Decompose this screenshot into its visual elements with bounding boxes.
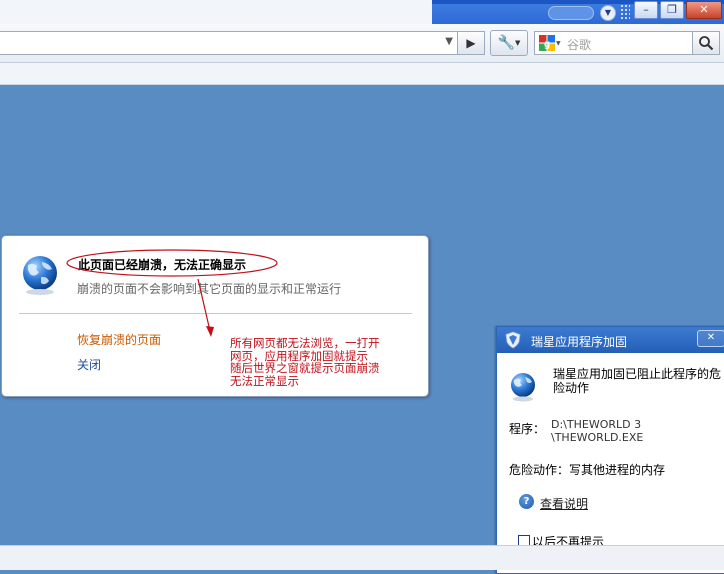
title-search-pill[interactable] [548,6,594,20]
rising-alert-dialog: 瑞星应用程序加固 ✕ 瑞星应用加固已阻止此程序的危险动作 程序： D:\THEW… [496,326,724,574]
google-engine-icon[interactable]: g [539,35,555,51]
program-path-line: \THEWORLD.EXE [551,431,644,444]
search-placeholder: 谷歌 [567,38,592,52]
program-path-line: D:\THEWORLD 3 [551,418,642,431]
go-button[interactable]: ▶ [457,31,485,55]
annotation-line: 所有网页都无法浏览，一打开 [230,336,380,350]
danger-action-label: 危险动作： [509,463,570,477]
dialog-close-button[interactable]: ✕ [697,330,724,347]
danger-action-value: 写其他进程的内存 [569,463,666,477]
search-button[interactable] [692,31,720,55]
globe-icon [23,256,57,295]
engine-dropdown-icon[interactable]: ▼ [556,40,561,47]
crash-title: 此页面已经崩溃，无法正确显示 [78,258,247,272]
tab-bar [0,63,724,85]
annotation-line: 无法正常显示 [230,373,299,388]
dialog-title-bar[interactable]: 瑞星应用程序加固 ✕ [497,327,724,353]
annotation-note: 所有网页都无法浏览，一打开 网页，应用程序加固就提示 随后世界之窗就提示页面崩溃… [230,337,396,387]
dialog-message: 瑞星应用加固已阻止此程序的危险动作 [553,367,722,395]
browser-toolbar: ▼ ▶ 🔧▼ g ▼ 谷歌 [0,24,724,63]
play-icon: ▶ [466,36,476,50]
help-icon[interactable]: ? [519,494,534,509]
search-box[interactable]: g ▼ 谷歌 [534,31,694,55]
svg-text:g: g [544,39,550,50]
shield-icon [505,331,521,349]
menu-dropdown-icon[interactable]: ▼ [600,5,616,21]
close-icon: ✕ [706,332,716,343]
tools-menu-button[interactable]: 🔧▼ [490,30,528,56]
globe-icon [511,373,535,402]
tab-strip-area [0,0,432,24]
wrench-icon: 🔧 [497,35,516,51]
view-help-link[interactable]: 查看说明 [540,495,588,512]
address-dropdown-icon[interactable]: ▼ [445,36,453,47]
restore-page-link[interactable]: 恢复崩溃的页面 [77,331,161,348]
card-divider [19,313,412,314]
grip-icon [620,4,630,20]
window-title-bar: ▼ – ❐ ✕ [0,0,724,24]
chevron-down-icon: ▼ [515,39,521,47]
maximize-button[interactable]: ❐ [660,1,684,19]
annotation-line: 随后世界之窗就提示页面崩溃 [230,361,380,375]
program-label: 程序： [509,422,546,436]
address-bar[interactable]: ▼ [0,31,458,55]
status-bar [0,545,724,570]
close-page-link[interactable]: 关闭 [77,356,101,373]
minimize-button[interactable]: – [634,1,658,19]
window-close-button[interactable]: ✕ [686,1,722,19]
program-path: D:\THEWORLD 3 \THEWORLD.EXE [551,418,643,444]
magnifier-icon [699,36,714,51]
crash-description: 崩溃的页面不会影响到其它页面的显示和正常运行 [77,282,342,296]
dialog-title: 瑞星应用程序加固 [531,335,628,349]
